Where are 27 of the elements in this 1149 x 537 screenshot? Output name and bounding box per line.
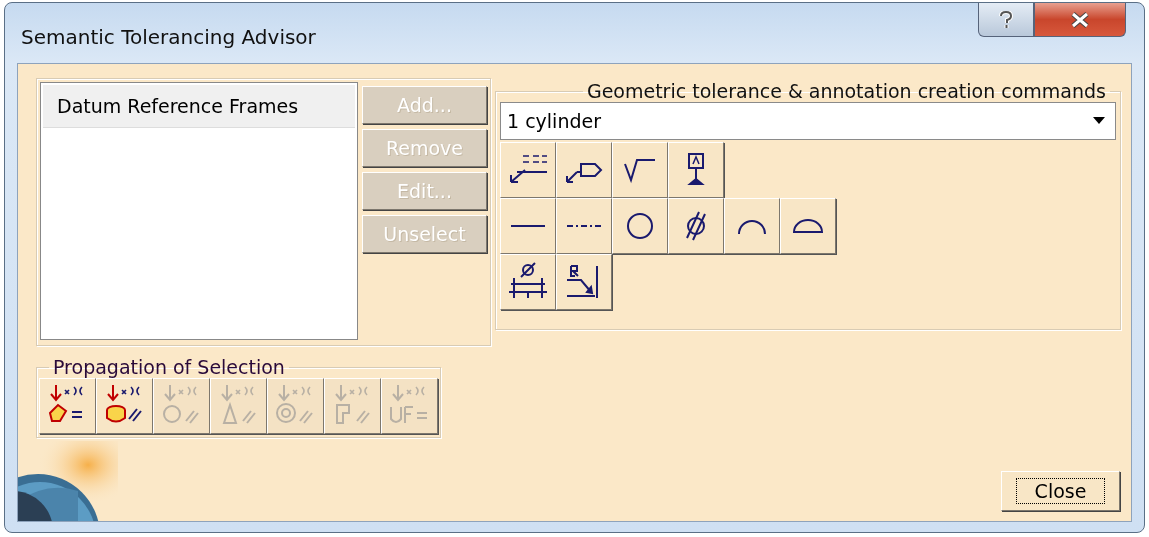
group-title: Geometric tolerance & annotation creation commands xyxy=(585,80,1107,102)
tool-button[interactable] xyxy=(724,198,780,254)
tool-button[interactable] xyxy=(612,198,668,254)
tool-button[interactable] xyxy=(612,142,668,198)
help-button[interactable] xyxy=(978,3,1034,37)
tool-button[interactable] xyxy=(556,142,612,198)
frames-list[interactable]: Datum Reference Frames xyxy=(40,82,358,340)
tool-button[interactable] xyxy=(556,254,612,310)
straightness-icon xyxy=(510,223,546,229)
close-window-button[interactable] xyxy=(1034,3,1126,37)
group-title: Propagation of Selection xyxy=(52,356,286,378)
close-icon xyxy=(1070,11,1090,28)
propagation-button[interactable] xyxy=(39,378,96,434)
propagation-button[interactable] xyxy=(96,378,153,434)
tool-button[interactable] xyxy=(780,198,836,254)
caret-icon xyxy=(1093,117,1105,125)
tool-button[interactable] xyxy=(668,142,724,198)
shape-dropdown[interactable]: 1 cylinder xyxy=(500,102,1116,140)
tool-button[interactable] xyxy=(500,254,556,310)
list-header: Datum Reference Frames xyxy=(43,85,355,128)
window-title: Semantic Tolerancing Advisor xyxy=(21,25,316,49)
tool-button[interactable] xyxy=(500,198,556,254)
help-icon xyxy=(998,10,1014,29)
tool-button[interactable] xyxy=(668,198,724,254)
dash-line-icon xyxy=(566,223,602,229)
tool-button[interactable] xyxy=(500,142,556,198)
close-button[interactable]: Close xyxy=(1001,471,1120,511)
